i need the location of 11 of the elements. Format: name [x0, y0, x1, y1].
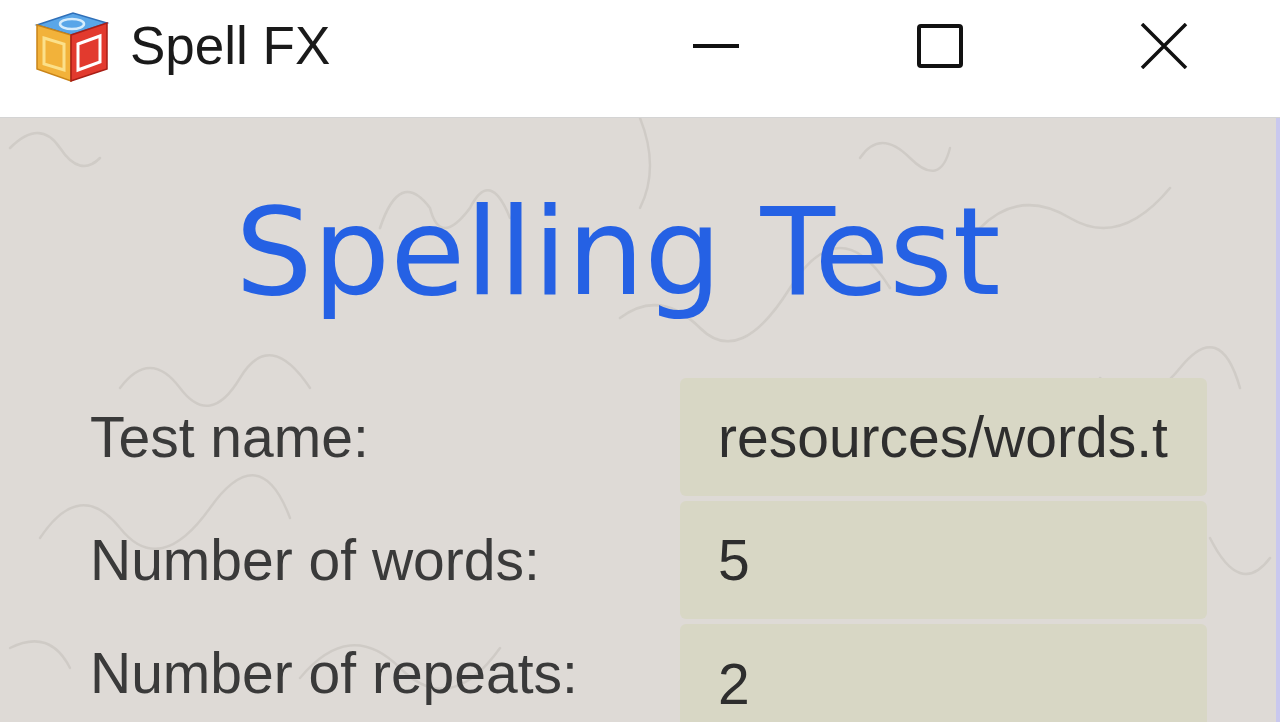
input-field[interactable]: resources/words.t [680, 378, 1207, 497]
input-field[interactable]: 2 [680, 624, 1207, 722]
page-heading: Spelling Test [235, 180, 1001, 325]
maximize-icon [917, 23, 963, 68]
window-title: Spell FX [130, 15, 331, 78]
field-label: Number of repeats: [90, 640, 578, 707]
minimize-icon [693, 43, 739, 48]
field-label: Number of words: [90, 527, 540, 594]
input-field[interactable]: 5 [680, 501, 1207, 620]
field-label: Test name: [90, 404, 369, 471]
close-icon [1140, 22, 1188, 69]
